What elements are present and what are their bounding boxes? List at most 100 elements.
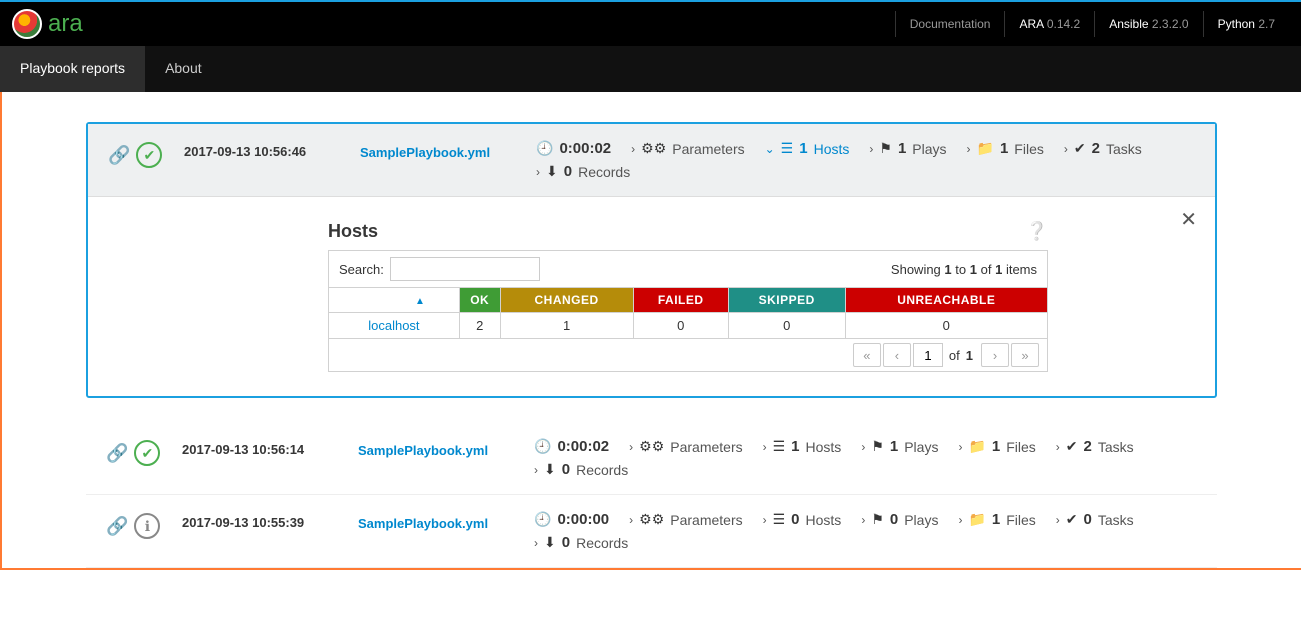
col-changed[interactable]: CHANGED (500, 288, 633, 313)
link-python-version[interactable]: Python 2.7 (1203, 11, 1289, 37)
inbox-icon: ⬇ (544, 534, 556, 551)
stat-tasks[interactable]: › ✔ 2 Tasks (1056, 438, 1134, 455)
chevron-right-icon: › (534, 536, 538, 550)
chevron-right-icon: › (958, 513, 962, 527)
chevron-right-icon: › (861, 440, 865, 454)
status-ok-icon: ✔ (136, 142, 162, 168)
col-skipped[interactable]: SKIPPED (728, 288, 845, 313)
col-unreachable[interactable]: UNREACHABLE (845, 288, 1047, 313)
pager-first-button[interactable]: « (853, 343, 881, 367)
pager-next-button[interactable]: › (981, 343, 1009, 367)
permalink-icon[interactable]: 🔗 (106, 516, 128, 537)
clock-icon: 🕘 (536, 140, 553, 157)
check-icon: ✔ (1074, 140, 1086, 157)
folder-icon: 📁 (977, 140, 994, 157)
folder-icon: 📁 (968, 511, 985, 528)
close-icon[interactable]: ✕ (1180, 207, 1197, 232)
playbook-row: 🔗 ℹ 2017-09-13 10:55:39 SamplePlaybook.y… (86, 495, 1217, 567)
col-host[interactable]: Host▲ (329, 288, 460, 313)
status-ok-icon: ✔ (134, 440, 160, 466)
cell-changed: 1 (500, 313, 633, 339)
folder-icon: 📁 (968, 438, 985, 455)
chevron-right-icon: › (536, 165, 540, 179)
stat-records[interactable]: › ⬇ 0 Records (534, 534, 628, 551)
tab-playbook-reports[interactable]: Playbook reports (0, 46, 145, 92)
stat-duration: 🕘 0:00:02 (536, 140, 611, 157)
stat-tasks[interactable]: › ✔ 0 Tasks (1056, 511, 1134, 528)
playbook-link[interactable]: SamplePlaybook.yml (360, 145, 490, 160)
search-label: Search: (339, 262, 384, 277)
stat-plays[interactable]: › ⚑ 0 Plays (861, 511, 938, 528)
pager-prev-button[interactable]: ‹ (883, 343, 911, 367)
stat-parameters[interactable]: › ⚙⚙ Parameters (629, 511, 742, 528)
main-container: 🔗 ✔ 2017-09-13 10:56:46 SamplePlaybook.y… (0, 92, 1301, 570)
stat-plays[interactable]: › ⚑ 1 Plays (869, 140, 946, 157)
chevron-right-icon: › (763, 440, 767, 454)
flag-icon: ⚑ (871, 511, 884, 528)
cogs-icon: ⚙⚙ (641, 140, 666, 157)
table-row: localhost 2 1 0 0 0 (329, 313, 1048, 339)
stat-parameters[interactable]: › ⚙⚙ Parameters (631, 140, 744, 157)
tab-about[interactable]: About (145, 46, 222, 92)
host-link[interactable]: localhost (368, 318, 419, 333)
hosts-table: Host▲ OK CHANGED FAILED SKIPPED UNREACHA… (328, 287, 1048, 339)
link-documentation[interactable]: Documentation (895, 11, 1005, 37)
chevron-right-icon: › (1056, 440, 1060, 454)
stat-records[interactable]: › ⬇ 0 Records (536, 163, 630, 180)
brand[interactable]: ara (12, 9, 83, 39)
search-input[interactable] (390, 257, 540, 281)
pager-last-button[interactable]: » (1011, 343, 1039, 367)
hosts-toolbar: Search: Showing 1 to 1 of 1 items (328, 250, 1048, 287)
link-ara-version[interactable]: ARA 0.14.2 (1004, 11, 1094, 37)
playbook-date: 2017-09-13 10:55:39 (182, 511, 342, 530)
playbook-link[interactable]: SamplePlaybook.yml (358, 516, 488, 531)
link-ansible-version[interactable]: Ansible 2.3.2.0 (1094, 11, 1202, 37)
cogs-icon: ⚙⚙ (639, 438, 664, 455)
inbox-icon: ⬇ (544, 461, 556, 478)
hosts-body: ✕ Hosts ❔ Search: Showing 1 to 1 of 1 it… (88, 196, 1215, 396)
chevron-right-icon: › (1056, 513, 1060, 527)
sort-asc-icon: ▲ (415, 296, 425, 307)
stat-files[interactable]: › 📁 1 Files (958, 511, 1035, 528)
chevron-right-icon: › (869, 142, 873, 156)
showing-text: Showing 1 to 1 of 1 items (891, 262, 1037, 277)
stat-hosts[interactable]: ⌄ ☰ 1 Hosts (765, 140, 850, 157)
col-ok[interactable]: OK (459, 288, 500, 313)
playbook-head: 🔗 ✔ 2017-09-13 10:56:46 SamplePlaybook.y… (88, 124, 1215, 196)
col-failed[interactable]: FAILED (633, 288, 728, 313)
chevron-right-icon: › (631, 142, 635, 156)
stat-plays[interactable]: › ⚑ 1 Plays (861, 438, 938, 455)
stat-parameters[interactable]: › ⚙⚙ Parameters (629, 438, 742, 455)
stat-tasks[interactable]: › ✔ 2 Tasks (1064, 140, 1142, 157)
check-icon: ✔ (1066, 438, 1078, 455)
inbox-icon: ⬇ (546, 163, 558, 180)
stat-hosts[interactable]: › ☰ 0 Hosts (763, 511, 842, 528)
clock-icon: 🕘 (534, 511, 551, 528)
pager: « ‹ of 1 › » (328, 339, 1048, 372)
hosts-title: Hosts (328, 221, 378, 242)
playbook-panel-expanded: 🔗 ✔ 2017-09-13 10:56:46 SamplePlaybook.y… (86, 122, 1217, 398)
stat-records[interactable]: › ⬇ 0 Records (534, 461, 628, 478)
cell-skipped: 0 (728, 313, 845, 339)
stat-files[interactable]: › 📁 1 Files (958, 438, 1035, 455)
chevron-right-icon: › (958, 440, 962, 454)
stat-hosts[interactable]: › ☰ 1 Hosts (763, 438, 842, 455)
chevron-right-icon: › (967, 142, 971, 156)
cogs-icon: ⚙⚙ (639, 511, 664, 528)
chevron-down-icon: ⌄ (765, 142, 775, 156)
chevron-right-icon: › (534, 463, 538, 477)
help-icon[interactable]: ❔ (1026, 221, 1048, 242)
status-info-icon: ℹ (134, 513, 160, 539)
clock-icon: 🕘 (534, 438, 551, 455)
topbar: ara Documentation ARA 0.14.2 Ansible 2.3… (0, 0, 1301, 46)
navbar: Playbook reports About (0, 46, 1301, 92)
flag-icon: ⚑ (871, 438, 884, 455)
permalink-icon[interactable]: 🔗 (108, 145, 130, 166)
stat-duration: 🕘 0:00:00 (534, 511, 609, 528)
pager-page-input[interactable] (913, 343, 943, 367)
playbook-link[interactable]: SamplePlaybook.yml (358, 443, 488, 458)
cell-unreachable: 0 (845, 313, 1047, 339)
permalink-icon[interactable]: 🔗 (106, 443, 128, 464)
stat-files[interactable]: › 📁 1 Files (967, 140, 1044, 157)
playbook-row: 🔗 ✔ 2017-09-13 10:56:14 SamplePlaybook.y… (86, 422, 1217, 494)
